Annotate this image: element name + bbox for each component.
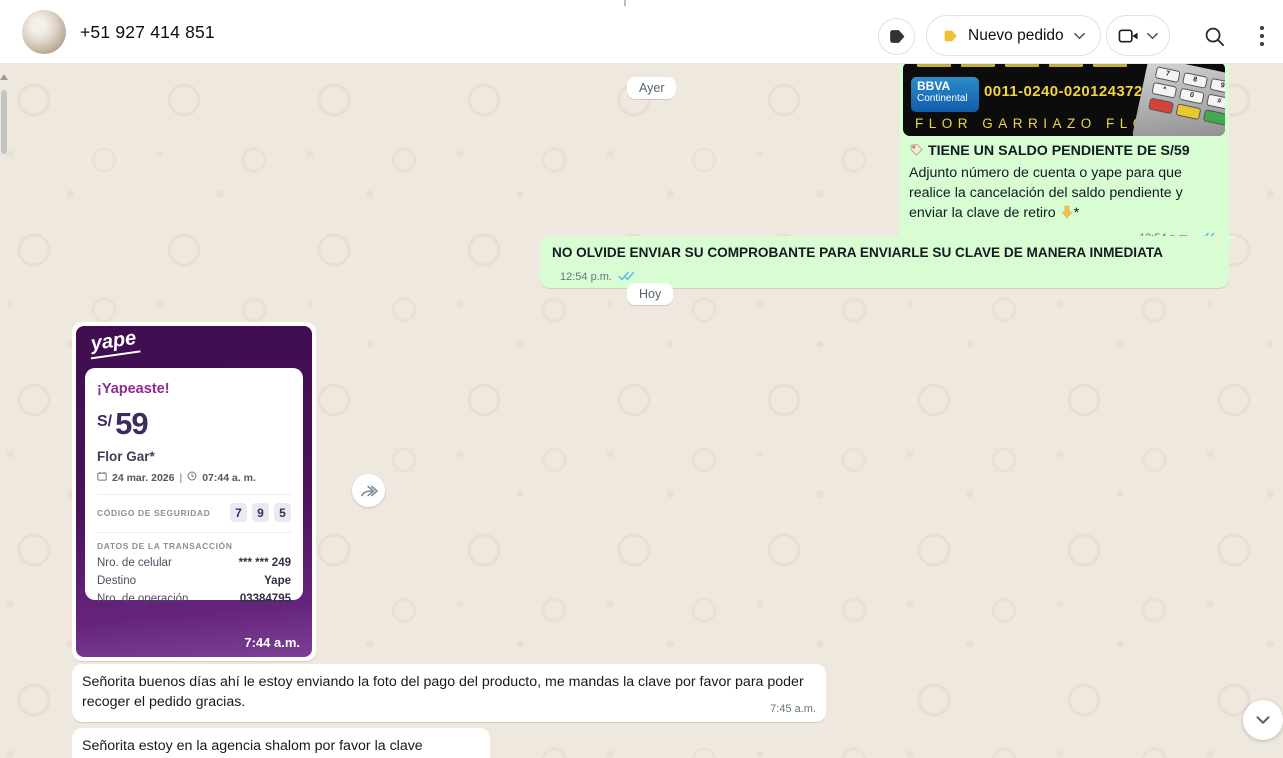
chevron-down-icon (1252, 709, 1274, 731)
contact-phone-number[interactable]: +51 927 414 851 (80, 0, 215, 64)
video-camera-icon (1118, 28, 1139, 44)
forward-arrow-icon (360, 483, 378, 499)
keypad-key: 0 (1179, 88, 1205, 105)
keypad-key: # (1206, 94, 1225, 111)
keypad-key: 9 (1209, 78, 1225, 95)
label-button[interactable] (878, 18, 915, 55)
search-icon (1203, 25, 1226, 48)
tag-icon (887, 27, 906, 46)
incoming-message-yape-receipt[interactable]: yape ¡Yapeaste! S/59 Flor Gar* 24 mar. 2… (72, 322, 316, 661)
chevron-down-icon (1147, 32, 1158, 40)
keypad-clear-key (1175, 103, 1201, 120)
security-code-label: CÓDIGO DE SEGURIDAD (97, 508, 210, 518)
tag-icon-yellow (942, 28, 958, 44)
receipt-payment-time: 07:44 a. m. (202, 472, 256, 484)
calendar-icon (97, 471, 107, 484)
row-value: *** *** 249 (239, 557, 291, 569)
tag-emoji-icon (909, 142, 924, 163)
outgoing-message-reminder[interactable]: NO OLVIDE ENVIAR SU COMPROBANTE PARA ENV… (540, 236, 1229, 288)
bbva-account-image[interactable]: BBVA Continental 0011-0240-0201243721 FL… (903, 62, 1225, 136)
row-label: Destino (97, 575, 136, 587)
message-suffix: * (1074, 205, 1080, 221)
message-caption: TIENE UN SALDO PENDIENTE DE S/59 Adjunto… (903, 136, 1225, 249)
point-down-emoji-icon (1060, 205, 1074, 225)
message-text: Señorita buenos días ahí le estoy envian… (82, 672, 816, 712)
yape-receipt-image[interactable]: yape ¡Yapeaste! S/59 Flor Gar* 24 mar. 2… (76, 326, 312, 657)
chat-area: Ayer BBVA Continental 0011-0240-02012437… (0, 64, 1283, 758)
chat-header: +51 927 414 851 Nuevo pedido (0, 0, 1283, 64)
pos-keypad-illustration: 7 8 9 * 0 # (1131, 62, 1225, 136)
incoming-message-agency[interactable]: Señorita estoy en la agencia shalom por … (72, 728, 490, 758)
incoming-message-payment-sent[interactable]: Señorita buenos días ahí le estoy envian… (72, 664, 826, 722)
currency-symbol: S/ (97, 413, 112, 430)
message-title: TIENE UN SALDO PENDIENTE DE S/59 (928, 143, 1190, 159)
security-digit: 7 (230, 503, 247, 522)
bbva-logo: BBVA Continental (911, 77, 979, 112)
transaction-data-label: DATOS DE LA TRANSACCIÓN (97, 541, 291, 551)
row-label: Nro. de celular (97, 557, 172, 569)
receipt-date-row: 24 mar. 2026 | 07:44 a. m. (97, 471, 291, 484)
keypad-key: 8 (1182, 72, 1208, 89)
menu-button[interactable] (1248, 22, 1276, 50)
security-digit: 5 (274, 503, 291, 522)
security-code-row: CÓDIGO DE SEGURIDAD 7 9 5 (97, 503, 291, 522)
receipt-title: ¡Yapeaste! (97, 381, 291, 397)
forward-message-button[interactable] (352, 474, 385, 507)
transaction-row: Destino Yape (97, 575, 291, 587)
keypad-key: * (1151, 82, 1177, 99)
outgoing-message-bbva[interactable]: BBVA Continental 0011-0240-0201243721 FL… (899, 58, 1229, 255)
scrollbar-up-arrow-icon[interactable] (0, 74, 8, 80)
message-time: 12:54 p.m. (560, 271, 612, 283)
bbva-logo-line2: Continental (917, 93, 973, 105)
receipt-card: ¡Yapeaste! S/59 Flor Gar* 24 mar. 2026 |… (85, 368, 303, 600)
row-label: Nro. de operación (97, 593, 188, 605)
kebab-menu-icon (1260, 24, 1264, 48)
clock-icon (187, 471, 197, 484)
search-button[interactable] (1200, 22, 1228, 50)
message-text: Señorita estoy en la agencia shalom por … (82, 738, 423, 754)
chevron-down-icon (1074, 32, 1085, 40)
bbva-logo-line1: BBVA (917, 80, 973, 93)
order-status-dropdown[interactable]: Nuevo pedido (926, 15, 1101, 56)
yape-logo: yape (87, 327, 140, 360)
security-digit: 9 (252, 503, 269, 522)
keypad-cancel-key (1148, 98, 1174, 115)
message-text: NO OLVIDE ENVIAR SU COMPROBANTE PARA ENV… (552, 245, 1163, 260)
contact-avatar[interactable] (22, 10, 66, 54)
message-time: 7:45 a.m. (770, 703, 816, 715)
scroll-to-bottom-button[interactable] (1243, 700, 1283, 740)
security-code-digits: 7 9 5 (230, 503, 291, 522)
scrollbar-thumb[interactable] (1, 90, 7, 154)
receipt-date: 24 mar. 2026 (112, 472, 174, 484)
message-meta: 12:54 p.m. (560, 271, 635, 285)
transaction-row: Nro. de celular *** *** 249 (97, 557, 291, 569)
date-divider-today: Hoy (627, 283, 673, 305)
bank-account-number: 0011-0240-0201243721 (984, 83, 1151, 100)
chat-scrollbar[interactable] (0, 70, 8, 270)
panel-divider-notch (624, 0, 626, 6)
receipt-payee: Flor Gar* (97, 449, 291, 464)
keypad-key: 7 (1155, 66, 1181, 83)
image-timestamp: 7:44 a.m. (244, 635, 300, 650)
whatsapp-chat-window: Ayer BBVA Continental 0011-0240-02012437… (0, 0, 1283, 758)
transaction-row: Nro. de operación 03384795 (97, 593, 291, 605)
date-separator: | (179, 472, 182, 484)
receipt-amount: S/59 (97, 406, 291, 442)
order-status-label: Nuevo pedido (968, 27, 1064, 45)
date-divider-yesterday: Ayer (627, 77, 676, 99)
row-value: 03384795 (240, 593, 291, 605)
message-body: Adjunto número de cuenta o yape para que… (909, 165, 1183, 221)
keypad-enter-key (1203, 109, 1225, 126)
amount-value: 59 (115, 406, 147, 441)
video-call-dropdown[interactable] (1106, 15, 1170, 56)
row-value: Yape (264, 575, 291, 587)
